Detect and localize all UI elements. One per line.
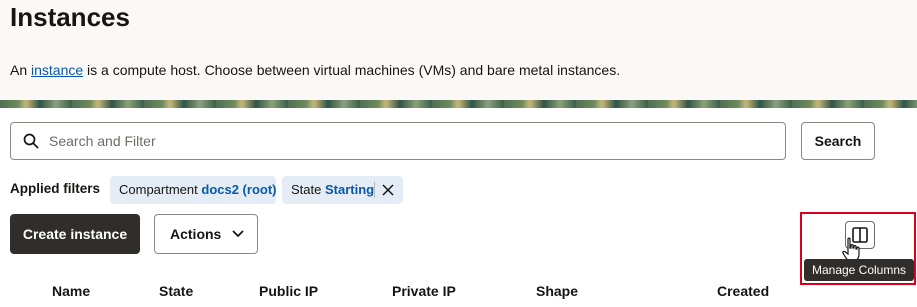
chevron-down-icon — [232, 230, 244, 238]
column-header-shape[interactable]: Shape — [536, 283, 578, 299]
page-title: Instances — [10, 2, 130, 32]
chip-key: State — [291, 182, 322, 197]
chip-value: docs2 (root) — [201, 182, 277, 197]
description-suffix: is a compute host. Choose between virtua… — [83, 62, 621, 78]
page-header: Instances An instance is a compute host.… — [0, 0, 917, 102]
filter-chip-compartment[interactable]: Compartment docs2 (root) — [110, 176, 277, 204]
create-instance-button[interactable]: Create instance — [10, 214, 140, 254]
column-header-state[interactable]: State — [159, 283, 193, 299]
search-box[interactable] — [10, 122, 786, 160]
search-button[interactable]: Search — [801, 122, 875, 160]
search-input[interactable] — [49, 124, 769, 158]
manage-columns-tooltip: Manage Columns — [804, 259, 914, 281]
column-header-public-ip[interactable]: Public IP — [259, 283, 318, 299]
instance-link[interactable]: instance — [31, 62, 83, 78]
page-description: An instance is a compute host. Choose be… — [10, 62, 620, 78]
column-header-created[interactable]: Created — [717, 283, 769, 299]
actions-label: Actions — [170, 226, 222, 242]
chip-divider — [374, 182, 375, 198]
chip-value: Starting — [324, 182, 375, 197]
actions-button[interactable]: Actions — [154, 214, 258, 254]
search-icon — [23, 133, 39, 149]
description-prefix: An — [10, 62, 32, 78]
column-header-private-ip[interactable]: Private IP — [392, 283, 456, 299]
close-icon[interactable] — [382, 184, 394, 196]
applied-filters-label: Applied filters — [10, 181, 101, 196]
column-header-name[interactable]: Name — [52, 283, 90, 299]
decorative-banner — [0, 100, 917, 108]
filter-chip-state[interactable]: State Starting — [282, 176, 403, 204]
chip-key: Compartment — [119, 182, 198, 197]
